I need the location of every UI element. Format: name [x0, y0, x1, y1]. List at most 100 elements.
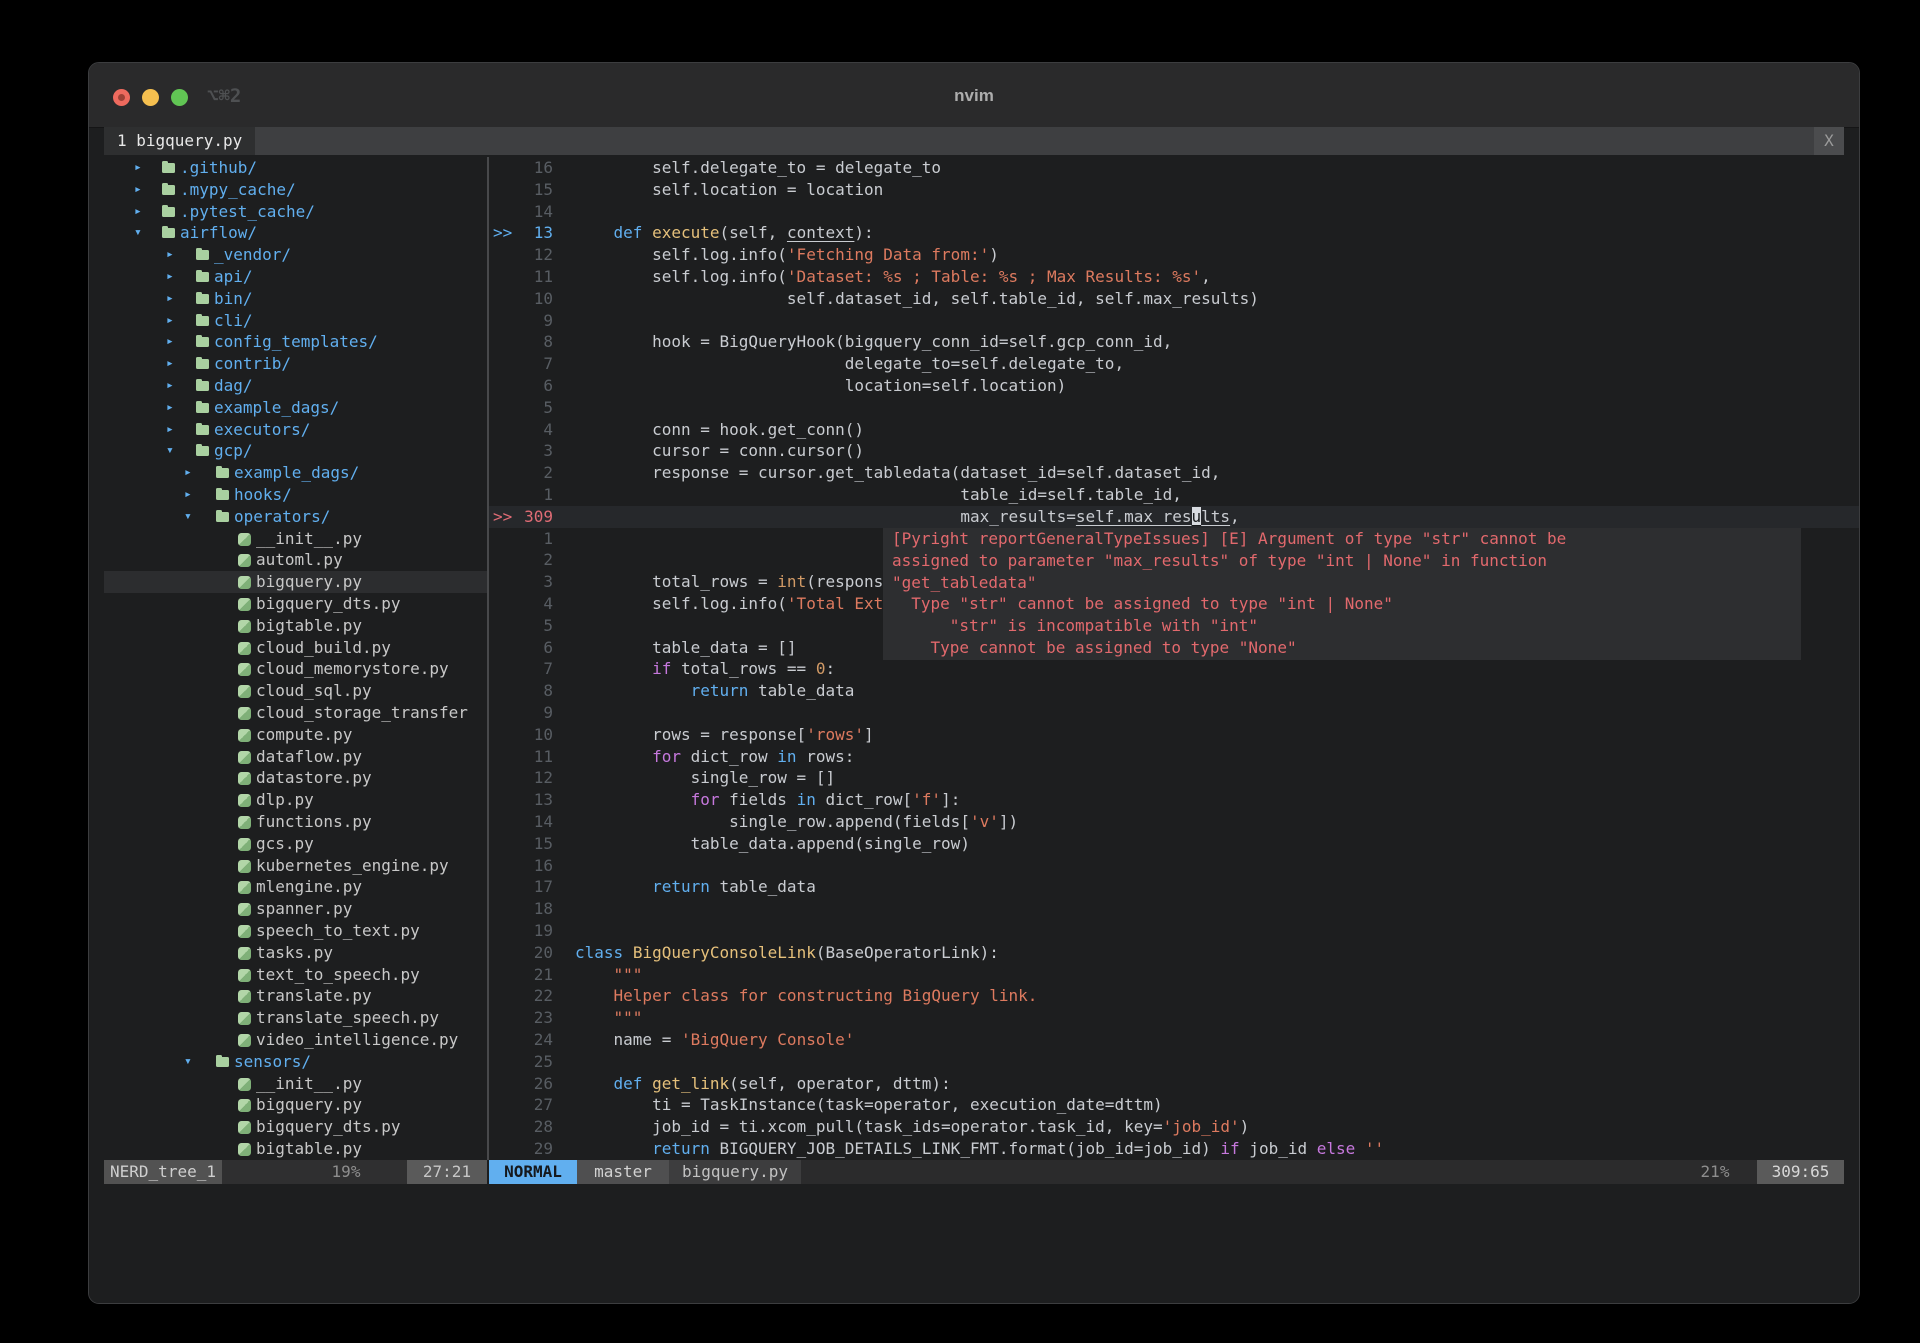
tree-item-_vendor[interactable]: ▸_vendor/	[104, 244, 487, 266]
code-line[interactable]: 15 self.location = location	[489, 179, 1859, 201]
code-line[interactable]: >>13 def execute(self, context):	[489, 222, 1859, 244]
code-line[interactable]: 22 Helper class for constructing BigQuer…	[489, 985, 1859, 1007]
code-line[interactable]: 10 self.dataset_id, self.table_id, self.…	[489, 288, 1859, 310]
code-line[interactable]: 19	[489, 920, 1859, 942]
tree-item-tasks.py[interactable]: tasks.py	[104, 942, 487, 964]
tree-item-bigquery_dts.py[interactable]: bigquery_dts.py	[104, 1116, 487, 1138]
expander-closed-arrow-icon[interactable]: ▸	[166, 310, 174, 332]
code-line[interactable]: 14 single_row.append(fields['v'])	[489, 811, 1859, 833]
code-line[interactable]: 4 conn = hook.get_conn()	[489, 419, 1859, 441]
tree-item-cloud_storage_transfer[interactable]: cloud_storage_transfer	[104, 702, 487, 724]
tree-item-dlp.py[interactable]: dlp.py	[104, 789, 487, 811]
code-line[interactable]: 29 return BIGQUERY_JOB_DETAILS_LINK_FMT.…	[489, 1138, 1859, 1160]
tree-item-text_to_speech.py[interactable]: text_to_speech.py	[104, 964, 487, 986]
tree-item-.pytest_cache[interactable]: ▸.pytest_cache/	[104, 201, 487, 223]
tree-item-sensors[interactable]: ▾sensors/	[104, 1051, 487, 1073]
tree-item-compute.py[interactable]: compute.py	[104, 724, 487, 746]
tree-item-bigquery.py[interactable]: bigquery.py	[104, 571, 487, 593]
code-line[interactable]: 25	[489, 1051, 1859, 1073]
expander-closed-arrow-icon[interactable]: ▸	[166, 288, 174, 310]
code-line[interactable]: 26 def get_link(self, operator, dttm):	[489, 1073, 1859, 1095]
expander-closed-arrow-icon[interactable]: ▸	[184, 462, 192, 484]
tree-item-dataflow.py[interactable]: dataflow.py	[104, 746, 487, 768]
tree-item-api[interactable]: ▸api/	[104, 266, 487, 288]
tree-item-kubernetes_engine.py[interactable]: kubernetes_engine.py	[104, 855, 487, 877]
tree-item-__init__.py[interactable]: __init__.py	[104, 1073, 487, 1095]
code-line[interactable]: 11 self.log.info('Dataset: %s ; Table: %…	[489, 266, 1859, 288]
tree-item-mlengine.py[interactable]: mlengine.py	[104, 876, 487, 898]
tree-item-.github[interactable]: ▸.github/	[104, 157, 487, 179]
tree-item-gcs.py[interactable]: gcs.py	[104, 833, 487, 855]
tree-item-example_dags[interactable]: ▸example_dags/	[104, 462, 487, 484]
expander-open-arrow-icon[interactable]: ▾	[166, 440, 174, 462]
code-line[interactable]: 13 for fields in dict_row['f']:	[489, 789, 1859, 811]
tree-item-functions.py[interactable]: functions.py	[104, 811, 487, 833]
tree-item-cli[interactable]: ▸cli/	[104, 310, 487, 332]
tree-item-datastore.py[interactable]: datastore.py	[104, 767, 487, 789]
tab-close-button[interactable]: X	[1814, 127, 1844, 155]
code-line[interactable]: 11 for dict_row in rows:	[489, 746, 1859, 768]
code-line[interactable]: 8 return table_data	[489, 680, 1859, 702]
tree-item-bigquery.py[interactable]: bigquery.py	[104, 1094, 487, 1116]
tree-item-video_intelligence.py[interactable]: video_intelligence.py	[104, 1029, 487, 1051]
expander-open-arrow-icon[interactable]: ▾	[134, 222, 142, 244]
expander-closed-arrow-icon[interactable]: ▸	[134, 179, 142, 201]
tree-item-__init__.py[interactable]: __init__.py	[104, 528, 487, 550]
expander-closed-arrow-icon[interactable]: ▸	[166, 419, 174, 441]
code-line[interactable]: 20class BigQueryConsoleLink(BaseOperator…	[489, 942, 1859, 964]
code-line[interactable]: 12 single_row = []	[489, 767, 1859, 789]
expander-closed-arrow-icon[interactable]: ▸	[184, 484, 192, 506]
code-line[interactable]: 15 table_data.append(single_row)	[489, 833, 1859, 855]
code-line[interactable]: 28 job_id = ti.xcom_pull(task_ids=operat…	[489, 1116, 1859, 1138]
tree-item-config_templates[interactable]: ▸config_templates/	[104, 331, 487, 353]
expander-closed-arrow-icon[interactable]: ▸	[134, 201, 142, 223]
tree-item-executors[interactable]: ▸executors/	[104, 419, 487, 441]
code-line[interactable]: 16 self.delegate_to = delegate_to	[489, 157, 1859, 179]
tree-item-bigquery_dts.py[interactable]: bigquery_dts.py	[104, 593, 487, 615]
tree-item-airflow[interactable]: ▾airflow/	[104, 222, 487, 244]
tree-item-operators[interactable]: ▾operators/	[104, 506, 487, 528]
expander-closed-arrow-icon[interactable]: ▸	[166, 375, 174, 397]
code-line[interactable]: 9	[489, 310, 1859, 332]
code-line[interactable]: 16	[489, 855, 1859, 877]
tree-item-bin[interactable]: ▸bin/	[104, 288, 487, 310]
tree-item-speech_to_text.py[interactable]: speech_to_text.py	[104, 920, 487, 942]
code-line[interactable]: 7 if total_rows == 0:	[489, 658, 1859, 680]
code-line[interactable]: 8 hook = BigQueryHook(bigquery_conn_id=s…	[489, 331, 1859, 353]
code-line[interactable]: 14	[489, 201, 1859, 223]
code-line[interactable]: 1 table_id=self.table_id,	[489, 484, 1859, 506]
code-line[interactable]: 10 rows = response['rows']	[489, 724, 1859, 746]
code-line[interactable]: 21 """	[489, 964, 1859, 986]
tree-item-cloud_sql.py[interactable]: cloud_sql.py	[104, 680, 487, 702]
code-line[interactable]: 6 location=self.location)	[489, 375, 1859, 397]
tree-item-dag[interactable]: ▸dag/	[104, 375, 487, 397]
expander-closed-arrow-icon[interactable]: ▸	[166, 397, 174, 419]
expander-closed-arrow-icon[interactable]: ▸	[166, 353, 174, 375]
tree-item-bigtable.py[interactable]: bigtable.py	[104, 615, 487, 637]
tree-item-contrib[interactable]: ▸contrib/	[104, 353, 487, 375]
tree-item-.mypy_cache[interactable]: ▸.mypy_cache/	[104, 179, 487, 201]
code-line[interactable]: 24 name = 'BigQuery Console'	[489, 1029, 1859, 1051]
code-line[interactable]: 12 self.log.info('Fetching Data from:')	[489, 244, 1859, 266]
tree-item-translate.py[interactable]: translate.py	[104, 985, 487, 1007]
tree-item-gcp[interactable]: ▾gcp/	[104, 440, 487, 462]
tree-item-bigtable.py[interactable]: bigtable.py	[104, 1138, 487, 1160]
code-line[interactable]: >>309 max_results=self.max_results,	[489, 506, 1859, 528]
tree-item-translate_speech.py[interactable]: translate_speech.py	[104, 1007, 487, 1029]
tree-item-example_dags[interactable]: ▸example_dags/	[104, 397, 487, 419]
tree-item-hooks[interactable]: ▸hooks/	[104, 484, 487, 506]
expander-closed-arrow-icon[interactable]: ▸	[134, 157, 142, 179]
code-line[interactable]: 23 """	[489, 1007, 1859, 1029]
code-line[interactable]: 3 cursor = conn.cursor()	[489, 440, 1859, 462]
expander-open-arrow-icon[interactable]: ▾	[184, 506, 192, 528]
code-line[interactable]: 27 ti = TaskInstance(task=operator, exec…	[489, 1094, 1859, 1116]
code-line[interactable]: 5	[489, 397, 1859, 419]
tree-item-automl.py[interactable]: automl.py	[104, 549, 487, 571]
expander-closed-arrow-icon[interactable]: ▸	[166, 331, 174, 353]
tab-bigquery[interactable]: 1 bigquery.py	[104, 127, 255, 155]
tree-item-cloud_build.py[interactable]: cloud_build.py	[104, 637, 487, 659]
expander-closed-arrow-icon[interactable]: ▸	[166, 244, 174, 266]
tree-item-cloud_memorystore.py[interactable]: cloud_memorystore.py	[104, 658, 487, 680]
code-line[interactable]: 7 delegate_to=self.delegate_to,	[489, 353, 1859, 375]
code-line[interactable]: 17 return table_data	[489, 876, 1859, 898]
